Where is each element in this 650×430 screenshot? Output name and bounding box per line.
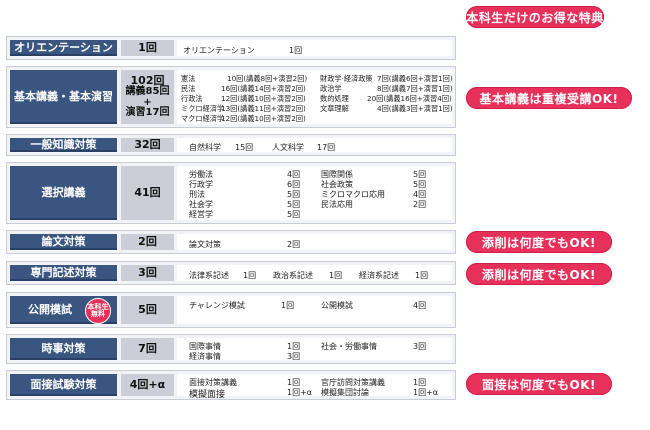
course-count: 2回 [287, 240, 301, 249]
course-count: 7回(講義6回+演習1回) [377, 74, 453, 83]
course-name: 経済事情 [189, 352, 221, 361]
course-count: 12回(講義10回+演習2回) [221, 114, 306, 123]
course-count: 1回 [329, 271, 343, 280]
row-orientation: オリエンテーション 1回 オリエンテーション 1回 [6, 36, 456, 60]
course-name: 民法 [181, 84, 196, 93]
row-detail: 法律系記述 1回 政治系記述 1回 経済系記述 1回 [177, 265, 452, 281]
row-count: 2回 [121, 234, 174, 250]
row-mensetsu: 面接試験対策 4回+α 面接対策講義 1回 官庁訪問対策講義 1回 模擬面接 1… [6, 370, 456, 400]
row-detail: 労働法 4回 行政学 6回 刑法 5回 社会学 5回 経営学 5回 国際関係 5… [177, 166, 452, 220]
ronbun-benefit-pill: 添削は何度でもOK! [466, 231, 612, 253]
course-count: 16回(講義14回+演習2回) [221, 84, 306, 93]
course-name: 模擬集団討論 [321, 388, 369, 397]
mensetsu-benefit-pill: 面接は何度でもOK! [466, 373, 612, 395]
kihon-benefit-pill: 基本講義は重複受講OK! [466, 87, 632, 109]
row-label: オリエンテーション [10, 40, 117, 56]
course-name: 民法応用 [321, 200, 353, 209]
row-label: 選択講義 [10, 166, 117, 220]
row-detail: 論文対策 2回 [177, 234, 452, 250]
row-detail: 憲法 10回(講義8回+演習2回) 民法 16回(講義14回+演習2回) 行政法… [177, 70, 453, 124]
course-name: オリエンテーション [183, 46, 255, 55]
course-count: 1回+α [287, 388, 313, 397]
row-label-text: 公開模試 [28, 303, 72, 316]
free-badge: 本科生 無料 [85, 298, 111, 324]
course-name: 公開模試 [321, 301, 353, 310]
row-label: 一般知識対策 [10, 138, 117, 152]
course-count: 3回 [413, 342, 427, 351]
course-count: 8回(講義7回+演習1回) [377, 84, 453, 93]
course-name: 法律系記述 [189, 271, 229, 280]
course-count: 17回 [317, 143, 336, 152]
senmon-benefit-pill: 添削は何度でもOK! [466, 263, 612, 285]
course-count: 1回 [243, 271, 257, 280]
count-exercise: 演習17回 [125, 107, 170, 119]
row-count: 7回 [121, 338, 174, 360]
course-count: 12回(講義10回+演習2回) [221, 94, 306, 103]
course-count: 1回 [289, 46, 303, 55]
course-count: 5回 [287, 210, 301, 219]
course-name: チャレンジ模試 [189, 301, 245, 310]
row-detail: 国際事情 1回 社会・労働事情 3回 経済事情 3回 [177, 338, 452, 361]
row-count: 5回 [121, 296, 174, 324]
course-name: 文章理解 [320, 104, 349, 113]
row-count: 3回 [121, 265, 174, 281]
course-name: 財政学·経済政策 [320, 74, 373, 83]
course-count: 15回 [235, 143, 254, 152]
course-count: 20回(講義16回+演習4回) [367, 94, 452, 103]
row-ronbun: 論文対策 2回 論文対策 2回 [6, 230, 456, 254]
row-label: 専門記述対策 [10, 265, 117, 281]
benefit-header-pill: 本科生だけのお得な特典 [466, 6, 604, 28]
course-name: 人文科学 [272, 143, 304, 152]
row-count: 32回 [121, 138, 174, 152]
course-count: 1回 [415, 271, 429, 280]
row-count: 4回+α [121, 374, 174, 396]
badge-line: 無料 [91, 310, 105, 318]
course-name: 経済系記述 [359, 271, 399, 280]
row-label: 時事対策 [10, 338, 117, 360]
course-name: 自然科学 [189, 143, 221, 152]
course-name: マクロ経済学 [181, 114, 225, 123]
row-count: 41回 [121, 166, 174, 220]
row-kihon: 基本講義・基本演習 102回 講義85回 + 演習17回 憲法 10回(講義8回… [6, 66, 456, 128]
row-detail: チャレンジ模試 1回 公開模試 4回 [177, 296, 452, 324]
row-detail: オリエンテーション 1回 [177, 40, 452, 56]
row-ippan: 一般知識対策 32回 自然科学 15回 人文科学 17回 [6, 134, 456, 156]
course-name: 社会・労働事情 [321, 342, 377, 351]
course-count: 4回 [413, 301, 427, 310]
row-label: 論文対策 [10, 234, 117, 250]
row-detail: 面接対策講義 1回 官庁訪問対策講義 1回 模擬面接 1回+α 模擬集団討論 1… [177, 374, 452, 400]
course-count: 1回+α [413, 388, 439, 397]
row-label: 面接試験対策 [10, 374, 117, 396]
course-count: 3回 [287, 352, 301, 361]
row-count: 102回 講義85回 + 演習17回 [121, 70, 174, 124]
course-name: 政治学 [320, 84, 342, 93]
course-count: 4回(講義3回+演習1回) [377, 104, 453, 113]
row-senmon: 専門記述対策 3回 法律系記述 1回 政治系記述 1回 経済系記述 1回 [6, 261, 456, 285]
course-name: 論文対策 [189, 240, 221, 249]
row-label: 基本講義・基本演習 [10, 70, 117, 124]
row-detail: 自然科学 15回 人文科学 17回 [177, 138, 452, 152]
course-count: 13回(講義11回+演習2回) [221, 104, 306, 113]
row-sentaku: 選択講義 41回 労働法 4回 行政学 6回 刑法 5回 社会学 5回 経営学 … [6, 162, 456, 224]
row-count: 1回 [121, 40, 174, 56]
course-name: 経営学 [189, 210, 213, 219]
row-jiji: 時事対策 7回 国際事情 1回 社会・労働事情 3回 経済事情 3回 [6, 334, 456, 364]
row-koukai: 公開模試 本科生 無料 5回 チャレンジ模試 1回 公開模試 4回 [6, 292, 456, 328]
course-count: 1回 [281, 301, 295, 310]
course-name: 模擬面接 [189, 390, 226, 400]
course-name: ミクロ経済学 [181, 104, 225, 113]
course-name: 数的処理 [320, 94, 349, 103]
course-name: 政治系記述 [273, 271, 313, 280]
course-count: 10回(講義8回+演習2回) [227, 74, 308, 83]
count-lecture: 講義85回 [125, 86, 170, 98]
course-name: 憲法 [181, 74, 196, 83]
course-name: 行政法 [181, 94, 203, 103]
course-count: 2回 [413, 200, 427, 209]
